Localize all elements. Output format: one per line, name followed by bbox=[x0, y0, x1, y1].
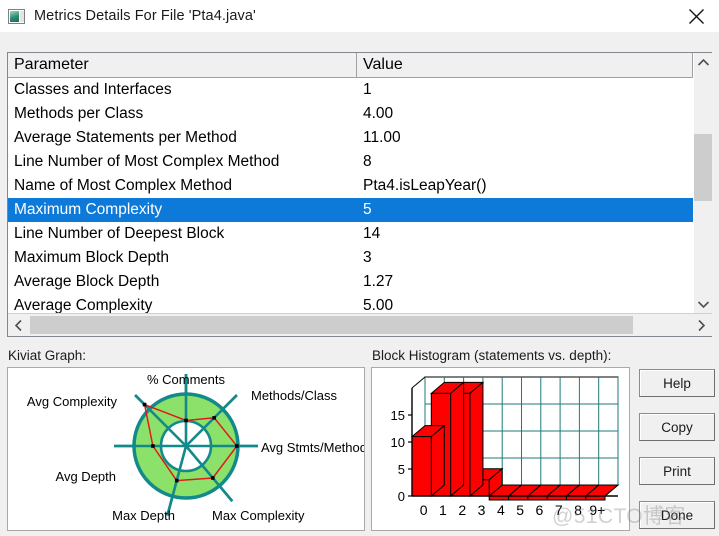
scroll-left-button[interactable] bbox=[8, 314, 29, 336]
scroll-track-horizontal[interactable] bbox=[29, 314, 691, 336]
cell-parameter: Maximum Complexity bbox=[14, 201, 163, 218]
title-bar: Metrics Details For File 'Pta4.java' bbox=[0, 0, 719, 32]
histogram-bar bbox=[410, 424, 446, 498]
histogram-depth-edge bbox=[411, 376, 426, 389]
table-row[interactable]: Average Statements per Method 11.00 bbox=[8, 126, 693, 150]
kiviat-axis-label: Avg Stmts/Method bbox=[261, 440, 364, 455]
table-grid: Parameter Value Classes and Interfaces 1 M… bbox=[8, 53, 693, 313]
histogram-y-tick-label: 10 bbox=[391, 435, 405, 450]
block-histogram-label: Block Histogram (statements vs. depth): bbox=[372, 348, 612, 363]
kiviat-axis-label: Avg Depth bbox=[56, 469, 116, 484]
kiviat-axis-label: Max Complexity bbox=[212, 508, 305, 523]
cell-parameter: Line Number of Deepest Block bbox=[14, 225, 225, 242]
print-button[interactable]: Print bbox=[639, 457, 715, 485]
kiviat-axis-label: % Comments bbox=[147, 372, 226, 387]
table-row[interactable]: Average Complexity 5.00 bbox=[8, 294, 693, 313]
table-row[interactable]: Line Number of Most Complex Method 8 bbox=[8, 150, 693, 174]
cell-parameter: Name of Most Complex Method bbox=[14, 177, 232, 194]
histogram-x-tick-label: 4 bbox=[497, 502, 505, 518]
table-row[interactable]: Maximum Block Depth 3 bbox=[8, 246, 693, 270]
histogram-x-tick-label: 1 bbox=[439, 502, 447, 518]
table-row[interactable]: Name of Most Complex Method Pta4.isLeapYe… bbox=[8, 174, 693, 198]
table-row[interactable]: Maximum Complexity 5 bbox=[8, 198, 693, 222]
table-vertical-scrollbar[interactable] bbox=[693, 53, 712, 313]
chevron-up-icon bbox=[697, 58, 709, 66]
kiviat-graph-panel: % Comments Methods/Class Avg Stmts/Method M… bbox=[7, 367, 365, 531]
cell-parameter: Line Number of Most Complex Method bbox=[14, 153, 280, 170]
close-icon bbox=[688, 8, 704, 24]
kiviat-graph-label: Kiviat Graph: bbox=[8, 348, 87, 363]
kiviat-data-point bbox=[184, 418, 188, 423]
column-header-parameter[interactable]: Parameter bbox=[8, 53, 357, 77]
cell-parameter: Average Statements per Method bbox=[14, 129, 237, 146]
table-row[interactable]: Methods per Class 4.00 bbox=[8, 102, 693, 126]
close-button[interactable] bbox=[673, 0, 719, 32]
histogram-x-tick-label: 2 bbox=[458, 502, 466, 518]
histogram-x-tick-label: 5 bbox=[516, 502, 524, 518]
metrics-table: Parameter Value Classes and Interfaces 1 M… bbox=[7, 52, 712, 337]
histogram-x-tick-label: 9+ bbox=[589, 502, 605, 518]
kiviat-data-point bbox=[174, 478, 179, 483]
done-button[interactable]: Done bbox=[639, 501, 715, 529]
window-title: Metrics Details For File 'Pta4.java' bbox=[34, 8, 256, 24]
cell-parameter: Average Complexity bbox=[14, 297, 153, 313]
cell-parameter: Classes and Interfaces bbox=[14, 81, 172, 98]
scroll-up-button[interactable] bbox=[694, 53, 712, 71]
histogram-x-tick-label: 0 bbox=[420, 502, 428, 518]
table-grid-wrapper: Parameter Value Classes and Interfaces 1 M… bbox=[8, 53, 712, 313]
table-horizontal-scrollbar[interactable] bbox=[8, 313, 712, 336]
kiviat-data-point bbox=[151, 444, 155, 448]
cell-parameter: Maximum Block Depth bbox=[14, 249, 170, 266]
cell-value: 5 bbox=[363, 201, 372, 218]
scroll-thumb-vertical[interactable] bbox=[694, 134, 712, 201]
kiviat-data-point bbox=[142, 402, 147, 407]
cell-value: 5.00 bbox=[363, 297, 394, 313]
cell-value: 1 bbox=[363, 81, 372, 98]
cell-parameter: Average Block Depth bbox=[14, 273, 160, 290]
kiviat-axis-label: Avg Complexity bbox=[27, 394, 118, 409]
copy-button[interactable]: Copy bbox=[639, 413, 715, 441]
block-histogram-panel: 0 5 10 15 0 1 2 3 4 5 6 7 8 9+ bbox=[371, 367, 630, 531]
histogram-y-tick-label: 15 bbox=[391, 408, 405, 423]
scroll-track-vertical[interactable] bbox=[694, 71, 712, 295]
cell-value: 3 bbox=[363, 249, 372, 266]
histogram-y-tick-label: 5 bbox=[398, 462, 405, 477]
scroll-right-button[interactable] bbox=[691, 314, 712, 336]
metrics-details-window: Metrics Details For File 'Pta4.java' Par… bbox=[0, 0, 719, 536]
cell-value: 4.00 bbox=[363, 105, 394, 122]
kiviat-axis-label: Methods/Class bbox=[251, 388, 337, 403]
scroll-thumb-horizontal[interactable] bbox=[30, 316, 633, 334]
cell-value: Pta4.isLeapYear() bbox=[363, 177, 487, 194]
table-header-row: Parameter Value bbox=[8, 53, 693, 78]
chevron-left-icon bbox=[14, 319, 22, 331]
table-row[interactable]: Classes and Interfaces 1 bbox=[8, 78, 693, 102]
cell-parameter: Methods per Class bbox=[14, 105, 144, 122]
block-histogram-chart: 0510150 1 2 3 4 5 6 7 8 9+ bbox=[391, 376, 620, 518]
cell-value: 14 bbox=[363, 225, 381, 242]
cell-value: 11.00 bbox=[363, 129, 401, 146]
metrics-app-icon bbox=[8, 8, 25, 24]
kiviat-chart: % Comments Methods/Class Avg Stmts/Method M… bbox=[27, 372, 364, 523]
table-row[interactable]: Average Block Depth 1.27 bbox=[8, 270, 693, 294]
kiviat-axis-label: Max Depth bbox=[112, 508, 175, 523]
histogram-x-tick-label: 8 bbox=[574, 502, 582, 518]
kiviat-data-point bbox=[211, 476, 215, 480]
table-row[interactable]: Line Number of Deepest Block 14 bbox=[8, 222, 693, 246]
column-header-value[interactable]: Value bbox=[357, 53, 693, 77]
histogram-x-tick-label: 3 bbox=[478, 502, 486, 518]
kiviat-data-point bbox=[212, 416, 216, 420]
cell-value: 8 bbox=[363, 153, 372, 170]
chevron-right-icon bbox=[698, 319, 706, 331]
scroll-down-button[interactable] bbox=[694, 295, 712, 313]
chevron-down-icon bbox=[697, 300, 709, 308]
table-body: Classes and Interfaces 1 Methods per Class… bbox=[8, 78, 693, 313]
help-button[interactable]: Help bbox=[639, 369, 715, 397]
histogram-x-tick-label: 7 bbox=[555, 502, 563, 518]
histogram-y-tick-label: 0 bbox=[398, 489, 405, 504]
histogram-x-tick-label: 6 bbox=[536, 502, 544, 518]
cell-value: 1.27 bbox=[363, 273, 394, 290]
kiviat-data-point bbox=[235, 444, 239, 448]
